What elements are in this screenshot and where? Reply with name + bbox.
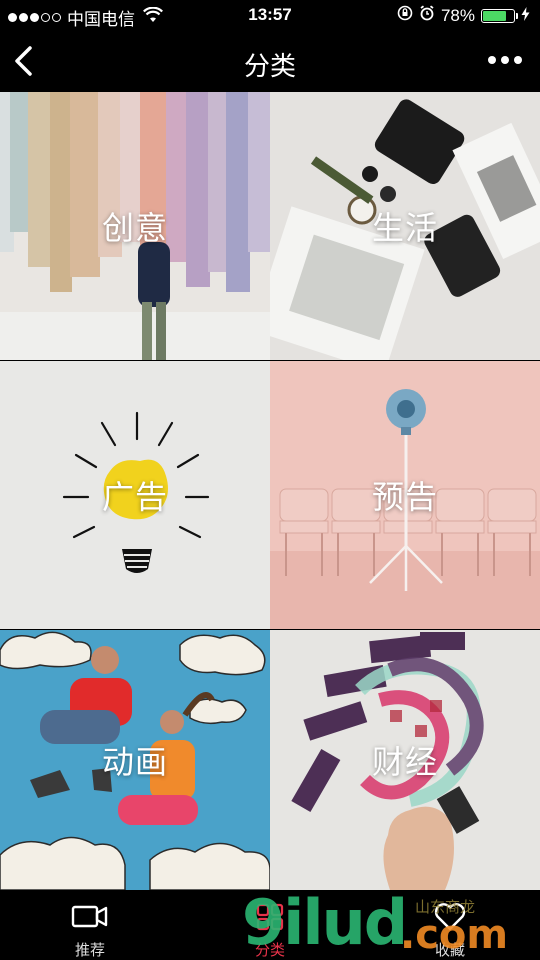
category-tile-life[interactable]: 生活 — [270, 92, 540, 360]
category-tile-animation[interactable]: 动画 — [0, 630, 270, 890]
status-right: 78% — [397, 5, 530, 26]
tab-label: 分类 — [254, 942, 285, 959]
tab-label: 推荐 — [74, 942, 105, 959]
category-label: 动画 — [101, 744, 168, 780]
rotation-lock-icon — [397, 5, 413, 26]
category-label: 广告 — [101, 479, 168, 515]
more-dots-icon — [488, 56, 496, 64]
video-camera-icon — [71, 905, 108, 928]
category-icon — [256, 903, 284, 931]
battery-fill — [483, 10, 506, 21]
category-label: 预告 — [371, 479, 438, 515]
tab-bar: 推荐 分类 收藏 — [0, 890, 540, 960]
category-tile-finance[interactable]: 财经 — [270, 630, 540, 890]
category-grid: 创意 生活 广告 预告 动画 财经 — [0, 92, 540, 890]
tab-category[interactable]: 分类 — [180, 890, 360, 960]
more-button[interactable] — [488, 56, 522, 64]
charging-icon — [521, 6, 530, 26]
navigation-bar: 分类 — [0, 30, 540, 92]
tab-label: 收藏 — [434, 942, 465, 959]
heart-icon — [434, 903, 466, 931]
category-tile-creative[interactable]: 创意 — [0, 92, 270, 360]
category-label: 生活 — [371, 210, 438, 246]
page-title: 分类 — [243, 51, 296, 81]
tab-recommend[interactable]: 推荐 — [0, 890, 180, 960]
category-tile-advertising[interactable]: 广告 — [0, 361, 270, 629]
status-bar: 中国电信 13:57 78% — [0, 0, 540, 30]
category-label: 财经 — [371, 744, 438, 780]
battery-icon — [481, 8, 518, 23]
tab-favorites[interactable]: 收藏 — [360, 890, 540, 960]
alarm-icon — [419, 5, 435, 26]
category-tile-trailer[interactable]: 预告 — [270, 361, 540, 629]
battery-percent: 78% — [440, 5, 475, 25]
category-label: 创意 — [101, 210, 168, 246]
